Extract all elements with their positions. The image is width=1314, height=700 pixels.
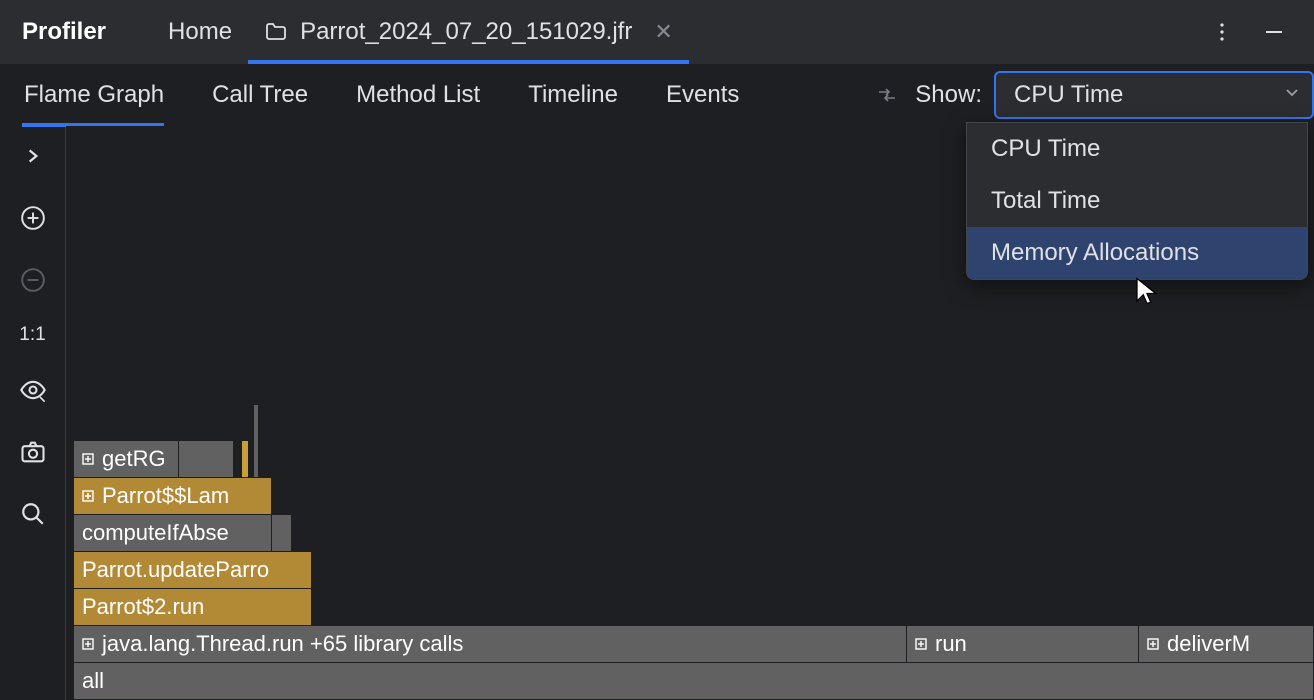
flame-frame-label: computeIfAbse (82, 520, 229, 546)
flame-frame-label: Parrot$2.run (82, 594, 204, 620)
flame-frame-label: run (935, 631, 967, 657)
close-icon[interactable]: ✕ (654, 19, 672, 45)
subtab-timeline[interactable]: Timeline (504, 64, 642, 126)
show-label: Show: (915, 81, 982, 109)
flame-frame[interactable]: computeIfAbse (74, 515, 272, 551)
flame-frame-label: Parrot.updateParro (82, 557, 269, 583)
expand-right-icon[interactable] (15, 138, 51, 174)
subtab-call-tree[interactable]: Call Tree (188, 64, 332, 126)
flame-frame[interactable] (179, 441, 234, 477)
flame-frame[interactable]: java.lang.Thread.run +65 library calls (74, 626, 907, 662)
zoom-in-icon[interactable] (15, 200, 51, 236)
subtab-flame-graph[interactable]: Flame Graph (22, 64, 188, 126)
expand-icon (82, 638, 94, 650)
flame-frame-label: Parrot$$Lam (102, 483, 229, 509)
subtab-call-tree-label: Call Tree (212, 81, 308, 109)
zoom-reset-button[interactable]: 1:1 (19, 324, 45, 346)
flame-frame[interactable]: run (907, 626, 1139, 662)
minimize-icon[interactable] (1258, 16, 1290, 48)
flame-frame-label: deliverM (1167, 631, 1250, 657)
chevron-down-icon (1284, 84, 1300, 105)
tab-file-label: Parrot_2024_07_20_151029.jfr (300, 18, 632, 46)
flame-frame-label: java.lang.Thread.run +65 library calls (102, 631, 463, 657)
subtab-timeline-label: Timeline (528, 81, 618, 109)
tab-file[interactable]: Parrot_2024_07_20_151029.jfr ✕ (248, 0, 689, 64)
expand-icon (82, 490, 94, 502)
swap-icon[interactable] (869, 77, 905, 113)
expand-icon (82, 453, 94, 465)
flame-frame-label: all (82, 668, 104, 694)
tab-home-label: Home (168, 18, 232, 46)
more-icon[interactable] (1206, 16, 1238, 48)
profiler-title: Profiler (22, 18, 106, 46)
show-dropdown[interactable]: CPU Time (994, 71, 1314, 119)
flame-frame[interactable] (242, 441, 248, 477)
flame-frame[interactable]: getRG (74, 441, 179, 477)
flame-frame[interactable]: Parrot$2.run (74, 589, 312, 625)
show-dropdown-menu: CPU Time Total Time Memory Allocations (966, 122, 1308, 280)
subtab-method-list[interactable]: Method List (332, 64, 504, 126)
flame-frame[interactable]: Parrot.updateParro (74, 552, 312, 588)
expand-icon (1147, 638, 1159, 650)
zoom-out-icon[interactable] (15, 262, 51, 298)
camera-icon[interactable] (15, 434, 51, 470)
flame-frame[interactable] (254, 405, 258, 477)
subtab-events-label: Events (666, 81, 739, 109)
expand-icon (915, 638, 927, 650)
eye-icon[interactable] (15, 372, 51, 408)
flame-frame-all[interactable]: all (74, 663, 1314, 699)
folder-icon (264, 20, 288, 44)
subtab-events[interactable]: Events (642, 64, 763, 126)
flame-frame[interactable]: deliverM (1139, 626, 1314, 662)
dropdown-item-cpu-time[interactable]: CPU Time (967, 123, 1307, 175)
tab-home[interactable]: Home (152, 0, 248, 64)
dropdown-item-memory-allocations[interactable]: Memory Allocations (967, 227, 1307, 279)
show-dropdown-value: CPU Time (1014, 81, 1284, 109)
subtab-method-list-label: Method List (356, 81, 480, 109)
flame-frame[interactable] (272, 515, 292, 551)
dropdown-item-total-time[interactable]: Total Time (967, 175, 1307, 227)
flame-frame[interactable]: Parrot$$Lam (74, 478, 272, 514)
flame-frame-label: getRG (102, 446, 166, 472)
search-icon[interactable] (15, 496, 51, 532)
subtab-flame-graph-label: Flame Graph (24, 81, 164, 109)
